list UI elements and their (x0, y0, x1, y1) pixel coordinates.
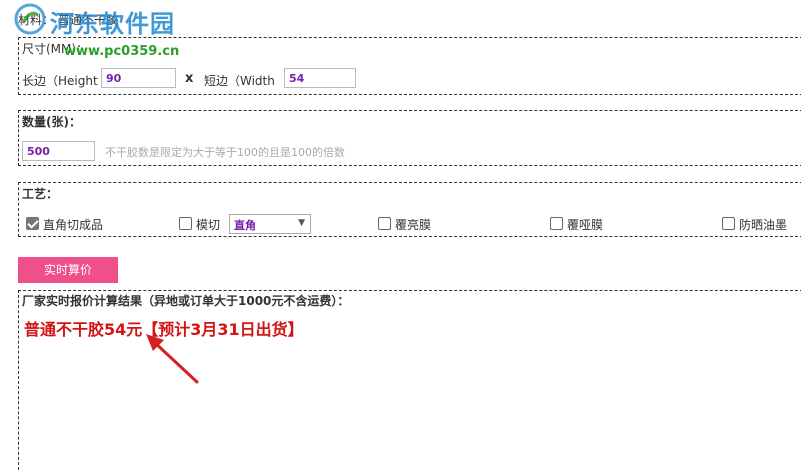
matte-laminate-checkbox[interactable] (550, 217, 563, 230)
die-cut-select[interactable]: 直角 ▼ (229, 214, 311, 234)
uv-ink-label: 防晒油墨 (739, 218, 788, 232)
right-angle-cut-label: 直角切成品 (43, 218, 104, 232)
uv-ink-checkbox[interactable] (722, 217, 735, 230)
die-cut-checkbox[interactable] (179, 217, 192, 230)
width-label: 短边（Width (204, 74, 275, 88)
result-title: 厂家实时报价计算结果（异地或订单大于1000元不含运费）： (22, 294, 350, 308)
height-label: 长边（Height (22, 74, 98, 88)
process-title: 工艺： (22, 187, 59, 201)
gloss-laminate-checkbox[interactable] (378, 217, 391, 230)
watermark-title: 河东软件园 (50, 10, 175, 38)
quantity-input[interactable] (22, 141, 95, 161)
matte-laminate-label: 覆哑膜 (567, 218, 604, 232)
quantity-title: 数量(张)： (22, 115, 81, 129)
die-cut-label: 模切 (196, 218, 221, 232)
calculate-price-button[interactable]: 实时算价 (18, 257, 118, 283)
gloss-laminate-label: 覆亮膜 (395, 218, 432, 232)
watermark-logo-icon (14, 3, 46, 35)
annotation-arrow-icon (146, 334, 199, 384)
chevron-down-icon: ▼ (298, 218, 305, 228)
watermark-url: www.pc0359.cn (64, 44, 180, 59)
times-symbol: x (185, 71, 194, 86)
quantity-hint: 不干胶数是限定为大于等于100的且是100的倍数 (105, 146, 345, 159)
die-cut-select-value: 直角 (234, 219, 256, 232)
right-angle-cut-checkbox[interactable] (26, 217, 39, 230)
height-input[interactable] (101, 68, 176, 88)
width-input[interactable] (284, 68, 356, 88)
